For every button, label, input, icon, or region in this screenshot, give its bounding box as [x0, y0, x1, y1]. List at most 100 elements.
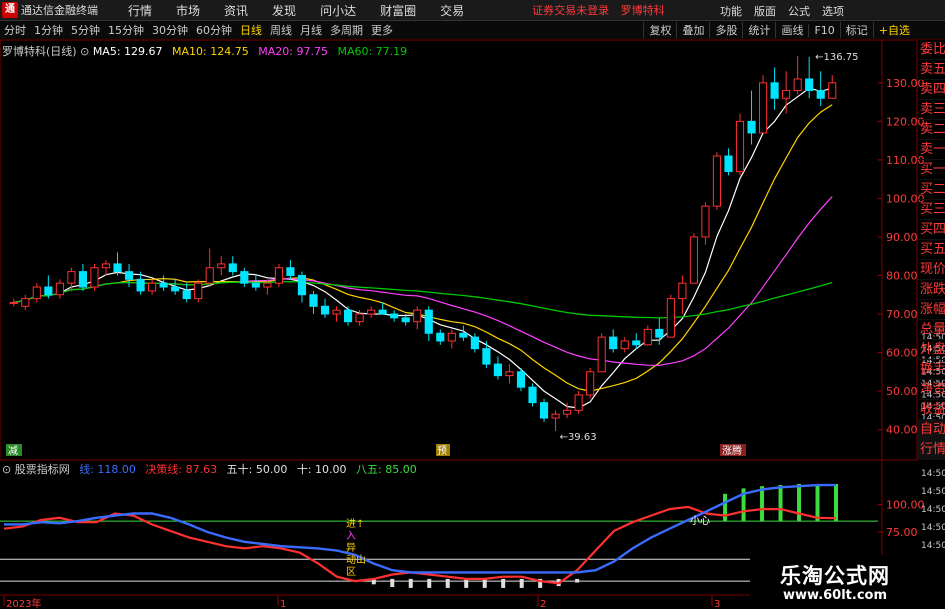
settings-icon[interactable]: ⊙ — [80, 45, 89, 58]
side-item-earnings[interactable]: 收益 — [918, 400, 945, 420]
period-timeshare[interactable]: 分时 — [0, 22, 30, 38]
period-60min[interactable]: 60分钟 — [192, 22, 236, 38]
app-logo-icon: 通 — [2, 2, 18, 18]
indicator-settings-icon[interactable]: ⊙ — [2, 463, 11, 476]
menu-formula[interactable]: 公式 — [782, 0, 816, 22]
candle-body — [516, 371, 526, 388]
menu-discover[interactable]: 发现 — [260, 2, 308, 19]
draw-line-button[interactable]: 画线 — [775, 22, 808, 38]
kline-chart[interactable]: 130.00120.00110.00100.0090.0080.0070.006… — [0, 40, 945, 609]
menu-market[interactable]: 市场 — [164, 2, 212, 19]
period-weekly[interactable]: 周线 — [266, 22, 296, 38]
ma5-label: MA5: 129.67 — [92, 45, 163, 58]
period-multi[interactable]: 多周期 — [326, 22, 367, 38]
side-item-net-assets[interactable]: 净资 — [918, 380, 945, 400]
menu-options[interactable]: 选项 — [816, 0, 850, 22]
menu-layout[interactable]: 版面 — [748, 0, 782, 22]
adjust-button[interactable]: 复权 — [643, 22, 676, 38]
side-item-bid2[interactable]: 买二 — [918, 180, 945, 200]
period-1min[interactable]: 1分钟 — [30, 22, 67, 38]
ind-time-label: 14:50 — [921, 541, 945, 551]
side-item-volume[interactable]: 总量 — [918, 320, 945, 340]
add-watchlist-button[interactable]: +自选 — [872, 22, 915, 38]
ma20-label: MA20: 97.75 — [258, 45, 328, 58]
candle-body — [159, 282, 168, 288]
candle-body — [620, 340, 629, 350]
side-item-bid3[interactable]: 买三 — [918, 200, 945, 220]
side-item-ask3[interactable]: 卖三 — [918, 100, 945, 120]
menu-ask[interactable]: 问小达 — [308, 2, 368, 19]
candle-body — [124, 271, 134, 280]
candle-body — [182, 290, 191, 300]
candlesticks — [9, 55, 837, 432]
candle-body — [586, 371, 595, 396]
side-item-quote[interactable]: 行情 — [918, 440, 945, 460]
stock-period-label[interactable]: 罗博特科(日线) — [2, 45, 77, 58]
side-item-price[interactable]: 现价 — [918, 260, 945, 280]
period-daily[interactable]: 日线 — [236, 22, 266, 38]
positive-bar — [760, 486, 765, 522]
candle-body — [493, 363, 503, 377]
menu-wealth[interactable]: 财富圈 — [368, 2, 428, 19]
side-item-ask1[interactable]: 卖一 — [918, 140, 945, 160]
main-legend: 罗博特科(日线) ⊙ MA5: 129.67 MA10: 124.75 MA20… — [2, 43, 407, 59]
side-item-bid4[interactable]: 买四 — [918, 220, 945, 240]
fifty-label: 五十: 50.00 — [226, 463, 288, 476]
high-price-label: ←136.75 — [815, 52, 858, 63]
negative-bar — [519, 578, 524, 588]
negative-bar — [427, 578, 432, 588]
candle-body — [9, 301, 18, 304]
side-item-turnover[interactable]: 换手 — [918, 360, 945, 380]
login-status[interactable]: 证券交易未登录 — [532, 4, 609, 17]
side-item-auto[interactable]: 自动 — [918, 420, 945, 440]
candle-body — [747, 120, 756, 134]
candle-body — [228, 263, 237, 273]
candle-body — [401, 317, 410, 323]
period-monthly[interactable]: 月线 — [296, 22, 326, 38]
positive-bar — [778, 485, 783, 522]
negative-bar — [390, 578, 395, 588]
mountain-label: 山 — [356, 554, 366, 566]
side-item-ask5[interactable]: 卖五 — [918, 60, 945, 80]
side-item-change-pct[interactable]: 涨幅 — [918, 300, 945, 320]
period-more[interactable]: 更多 — [367, 22, 397, 38]
side-item-ask4[interactable]: 卖四 — [918, 80, 945, 100]
quote-side-panel: 委比 卖五 卖四 卖三 卖二 卖一 买一 买二 买三 买四 买五 现价 涨跌 涨… — [918, 40, 945, 460]
side-item-outer[interactable]: 外盘 — [918, 340, 945, 360]
candle-body — [609, 336, 618, 350]
side-item-ask2[interactable]: 卖二 — [918, 120, 945, 140]
mark-button[interactable]: 标记 — [839, 22, 873, 38]
ind-tick-label: 100.00 — [886, 499, 925, 512]
candle-body — [309, 294, 318, 307]
candle-body — [828, 82, 837, 99]
menu-function[interactable]: 功能 — [714, 0, 748, 22]
f10-button[interactable]: F10 — [808, 23, 839, 37]
period-15min[interactable]: 15分钟 — [104, 22, 148, 38]
menu-news[interactable]: 资讯 — [212, 2, 260, 19]
side-item-bid5[interactable]: 买五 — [918, 240, 945, 260]
candle-body — [563, 409, 572, 415]
candle-body — [274, 267, 283, 284]
period-5min[interactable]: 5分钟 — [67, 22, 104, 38]
side-item-bid-ratio[interactable]: 委比 — [918, 40, 945, 60]
ten-label: 十: 10.00 — [296, 463, 347, 476]
candle-body — [447, 332, 456, 342]
period-30min[interactable]: 30分钟 — [148, 22, 192, 38]
indicator-legend: ⊙ 股票指标网 线: 118.00 决策线: 87.63 五十: 50.00 十… — [2, 461, 417, 477]
price-tick-label: 80.00 — [886, 269, 918, 282]
side-item-bid1[interactable]: 买一 — [918, 160, 945, 180]
side-item-change[interactable]: 涨跌 — [918, 280, 945, 300]
menu-trade[interactable]: 交易 — [428, 2, 476, 19]
ma10-label: MA10: 124.75 — [172, 45, 249, 58]
candle-body — [378, 309, 387, 315]
indicator-name[interactable]: 股票指标网 — [15, 463, 70, 476]
stats-button[interactable]: 统计 — [742, 22, 775, 38]
zone-label: 区 — [346, 566, 356, 578]
candle-body — [21, 298, 30, 307]
candle-body — [320, 305, 330, 315]
multi-stock-button[interactable]: 多股 — [709, 22, 742, 38]
candle-body — [528, 386, 537, 404]
menu-quotes[interactable]: 行情 — [116, 2, 164, 19]
negative-bar — [445, 578, 450, 588]
overlay-button[interactable]: 叠加 — [676, 22, 709, 38]
